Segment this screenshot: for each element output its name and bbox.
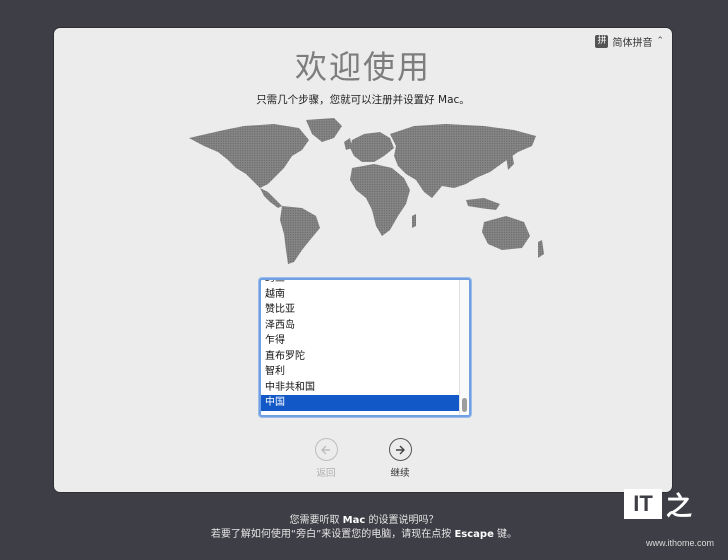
voiceover-line1: 您需要听取 Mac 的设置说明吗？ xyxy=(289,515,439,526)
country-item[interactable]: 乍得 xyxy=(261,333,460,349)
page-title: 欢迎使用 xyxy=(294,48,431,86)
continue-button[interactable]: 继续 xyxy=(370,438,430,479)
world-map-icon xyxy=(189,118,544,264)
ithome-logo: IT 之 xyxy=(624,486,704,522)
country-item[interactable]: 中非共和国 xyxy=(261,380,460,396)
continue-label: 继续 xyxy=(390,468,410,479)
page-subtitle: 只需几个步骤，您就可以注册并设置好 Mac。 xyxy=(256,94,470,106)
back-button[interactable]: 返回 xyxy=(296,438,356,479)
back-label: 返回 xyxy=(316,468,336,479)
country-item[interactable]: 越南 xyxy=(261,287,460,303)
scrollbar-thumb[interactable] xyxy=(462,398,467,412)
country-list[interactable]: 约旦 越南 赞比亚 泽西岛 乍得 直布罗陀 智利 中非共和国 中国 xyxy=(259,278,471,417)
list-scrollbar[interactable] xyxy=(459,280,469,415)
setup-assistant-window: 拼 简体拼音 ⌃ 欢迎使用 只需几个步骤，您就可以注册并设置好 Mac。 约旦 … xyxy=(54,28,672,492)
country-item[interactable]: 赞比亚 xyxy=(261,302,460,318)
logo-char: 之 xyxy=(666,491,693,522)
logo-it: IT xyxy=(624,489,662,519)
country-item[interactable]: 约旦 xyxy=(261,280,460,287)
country-item[interactable]: 泽西岛 xyxy=(261,318,460,334)
country-item-selected[interactable]: 中国 xyxy=(261,395,460,411)
voiceover-line2: 若要了解如何使用“旁白”来设置您的电脑，请现在点按 Escape 键。 xyxy=(210,529,518,540)
country-item[interactable]: 智利 xyxy=(261,364,460,380)
arrow-right-icon xyxy=(388,438,412,461)
country-item[interactable]: 直布罗陀 xyxy=(261,349,460,365)
arrow-left-icon xyxy=(314,438,338,461)
voiceover-prompt: 您需要听取 Mac 的设置说明吗？ 若要了解如何使用“旁白”来设置您的电脑，请现… xyxy=(0,514,728,542)
watermark-url: www.ithome.com xyxy=(645,538,714,548)
